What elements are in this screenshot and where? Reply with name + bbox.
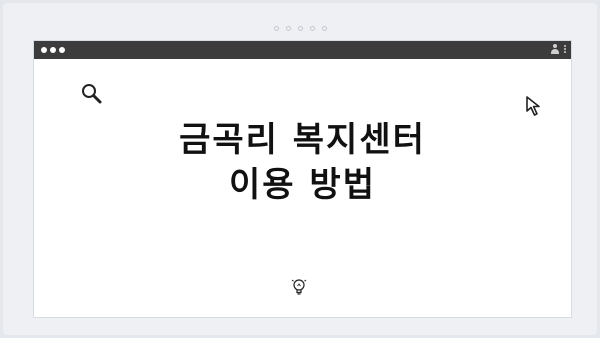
pagination-dot bbox=[285, 26, 291, 31]
search-icon bbox=[82, 84, 102, 104]
title-line-1: 금곡리 복지센터 bbox=[179, 120, 426, 160]
kebab-menu-icon[interactable] bbox=[564, 45, 566, 53]
cursor-icon bbox=[526, 96, 540, 116]
title-line-2: 이용 방법 bbox=[229, 165, 376, 205]
window-control-dot[interactable] bbox=[41, 47, 47, 53]
pagination-dot bbox=[309, 26, 315, 31]
window-control-dot[interactable] bbox=[50, 47, 56, 53]
window-titlebar bbox=[34, 41, 571, 59]
pagination-dot bbox=[321, 26, 327, 31]
titlebar-actions bbox=[551, 44, 566, 54]
user-icon[interactable] bbox=[551, 44, 559, 54]
pagination-dot bbox=[273, 26, 279, 31]
pagination-dots bbox=[0, 26, 600, 31]
page-title: 금곡리 복지센터 이용 방법 bbox=[34, 118, 571, 208]
pagination-dot bbox=[297, 26, 303, 31]
lightbulb-icon bbox=[291, 279, 307, 295]
window-control-dot[interactable] bbox=[59, 47, 65, 53]
browser-window: 금곡리 복지센터 이용 방법 bbox=[34, 41, 571, 317]
window-controls bbox=[41, 47, 65, 53]
